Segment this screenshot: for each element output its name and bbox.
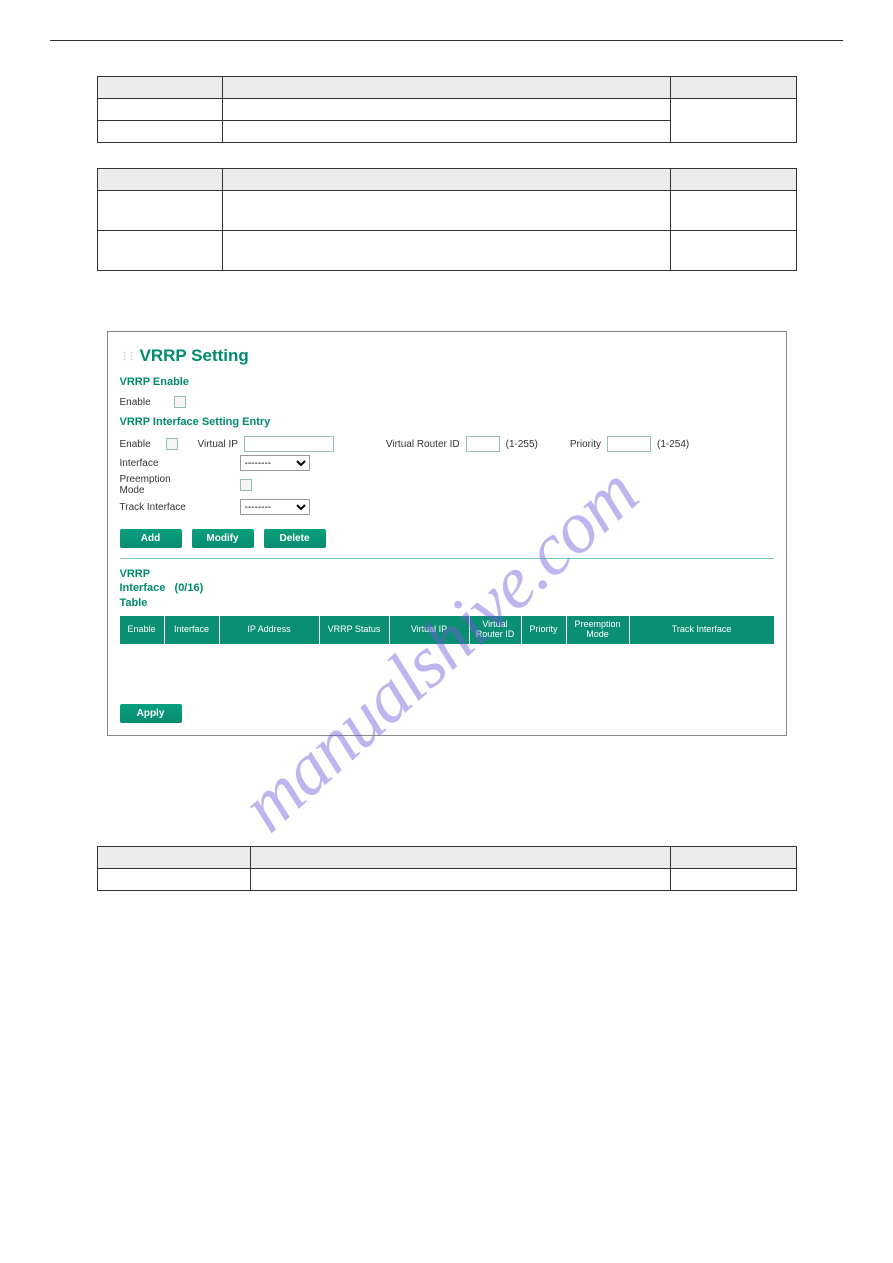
col-track-interface: Track Interface (630, 616, 774, 644)
title-dots-icon (120, 346, 136, 366)
panel-title: VRRP Setting (120, 346, 774, 366)
global-enable-label: Enable (120, 397, 168, 408)
doc-table3-h2 (251, 846, 670, 868)
interface-label: Interface (120, 458, 198, 469)
priority-label: Priority (570, 439, 601, 450)
virtual-ip-input[interactable] (244, 436, 334, 452)
doc-table2-h3 (670, 169, 796, 191)
doc-table2-r1c2 (223, 191, 670, 231)
col-priority: Priority (522, 616, 567, 644)
doc-table3-r1c3 (670, 868, 796, 890)
doc-table2-r1c3 (670, 191, 796, 231)
doc-table3-h3 (670, 846, 796, 868)
doc-table2-r1c1 (97, 191, 223, 231)
entry-enable-checkbox[interactable] (166, 438, 178, 450)
virtual-ip-label: Virtual IP (198, 439, 238, 450)
doc-table1-h1 (97, 77, 223, 99)
doc-table2-r2c3 (670, 231, 796, 271)
doc-table1-r2c2 (223, 121, 670, 143)
virtual-router-id-label: Virtual Router ID (386, 439, 460, 450)
doc-table2-h2 (223, 169, 670, 191)
vrrp-entry-heading: VRRP Interface Setting Entry (120, 416, 774, 428)
track-interface-label: Track Interface (120, 502, 198, 513)
doc-table1-r1c3 (670, 99, 796, 143)
vrrp-enable-heading: VRRP Enable (120, 376, 774, 388)
doc-table3-h1 (97, 846, 251, 868)
vrrp-setting-panel: VRRP Setting VRRP Enable Enable VRRP Int… (107, 331, 787, 736)
col-interface: Interface (165, 616, 220, 644)
col-preemption-mode: Preemption Mode (567, 616, 630, 644)
preemption-checkbox[interactable] (240, 479, 252, 491)
doc-table1-r1c1 (97, 99, 223, 121)
doc-table-3 (97, 846, 797, 891)
doc-table-2 (97, 168, 797, 271)
priority-input[interactable] (607, 436, 651, 452)
doc-table1-r2c1 (97, 121, 223, 143)
doc-table1-h2 (223, 77, 670, 99)
interface-select[interactable]: -------- (240, 455, 310, 471)
priority-range: (1-254) (657, 439, 689, 450)
track-interface-select[interactable]: -------- (240, 499, 310, 515)
add-button[interactable]: Add (120, 529, 182, 548)
col-ip-address: IP Address (220, 616, 320, 644)
vrrp-interface-table-title: VRRPInterface (0/16)Table (120, 567, 774, 610)
col-vrrp-status: VRRP Status (320, 616, 390, 644)
modify-button[interactable]: Modify (192, 529, 254, 548)
preemption-label: Preemption Mode (120, 474, 198, 496)
doc-table1-h3 (670, 77, 796, 99)
doc-table2-r2c2 (223, 231, 670, 271)
col-virtual-router-id: Virtual Router ID (470, 616, 522, 644)
col-virtual-ip: Virtual IP (390, 616, 470, 644)
page-top-rule (50, 40, 843, 41)
entry-enable-label: Enable (120, 439, 160, 450)
global-enable-checkbox[interactable] (174, 396, 186, 408)
doc-table2-h1 (97, 169, 223, 191)
doc-table2-r2c1 (97, 231, 223, 271)
delete-button[interactable]: Delete (264, 529, 326, 548)
vrrp-interface-table-header: Enable Interface IP Address VRRP Status … (120, 616, 774, 644)
section-divider (120, 558, 774, 559)
doc-table1-r1c2 (223, 99, 670, 121)
apply-button[interactable]: Apply (120, 704, 182, 723)
col-enable: Enable (120, 616, 165, 644)
virtual-router-id-input[interactable] (466, 436, 500, 452)
router-id-range: (1-255) (506, 439, 538, 450)
doc-table3-r1c2 (251, 868, 670, 890)
doc-table-1 (97, 76, 797, 143)
doc-table3-r1c1 (97, 868, 251, 890)
